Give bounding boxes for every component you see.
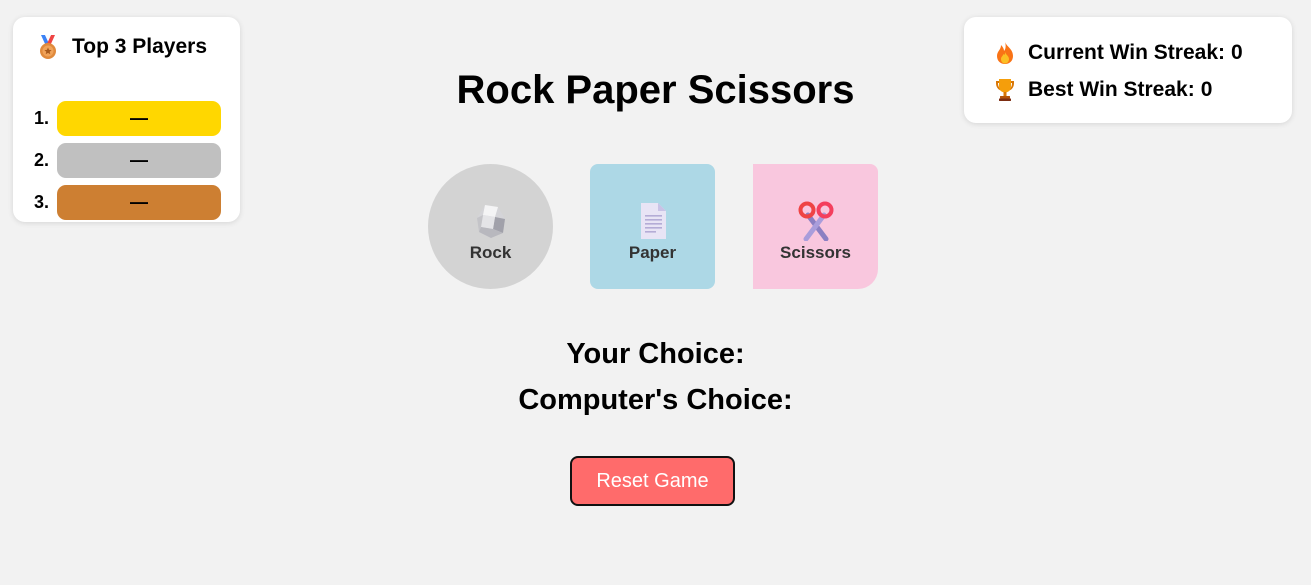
current-streak: Current Win Streak: 0 <box>994 41 1243 65</box>
scissors-button[interactable]: Scissors <box>753 164 878 289</box>
current-streak-label: Current Win Streak: <box>1028 41 1226 64</box>
medal-icon <box>40 35 56 59</box>
player-name-3: — <box>57 185 221 220</box>
leaderboard-row-2: 2. — <box>34 143 221 178</box>
game-page: Top 3 Players 1. — 2. — 3. — Current Win… <box>0 0 1311 585</box>
leaderboard-card: Top 3 Players 1. — 2. — 3. — <box>13 17 240 222</box>
scissors-label: Scissors <box>780 242 851 262</box>
scissors-icon <box>798 201 833 241</box>
leaderboard-title: Top 3 Players <box>72 35 208 58</box>
current-streak-value: 0 <box>1231 41 1243 64</box>
leaderboard-row-3: 3. — <box>34 185 221 220</box>
rock-icon <box>476 204 505 238</box>
rank-label: 3. <box>34 192 50 212</box>
reset-game-button[interactable]: Reset Game <box>570 456 735 506</box>
computer-choice-label: Computer's Choice: <box>518 384 793 416</box>
paper-label: Paper <box>628 242 677 262</box>
page-title: Rock Paper Scissors <box>456 68 855 112</box>
rock-label: Rock <box>469 242 512 262</box>
leaderboard-header: Top 3 Players <box>35 34 207 60</box>
your-choice-label: Your Choice: <box>566 338 745 370</box>
rank-label: 2. <box>34 150 50 170</box>
player-name-2: — <box>57 143 221 178</box>
paper-button[interactable]: Paper <box>590 164 715 289</box>
fire-icon <box>997 42 1013 64</box>
computer-choice: Computer's Choice: <box>0 384 1311 417</box>
rock-button[interactable]: Rock <box>428 164 553 289</box>
your-choice: Your Choice: <box>0 338 1311 371</box>
paper-icon <box>640 202 666 239</box>
